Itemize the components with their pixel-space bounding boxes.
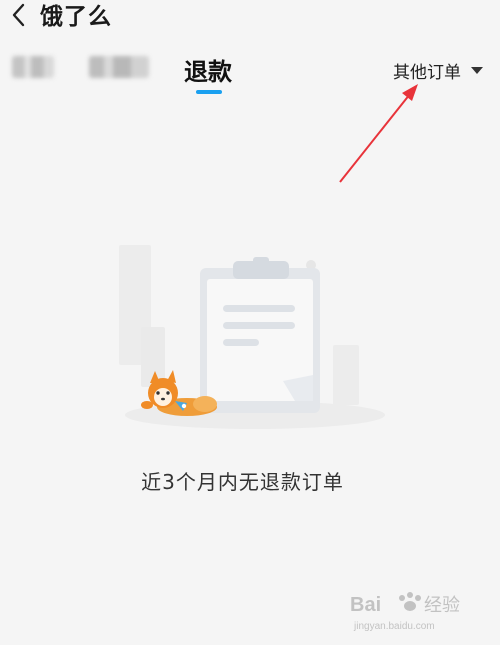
other-orders-label: 其他订单	[393, 62, 461, 83]
chevron-left-icon	[12, 3, 25, 27]
tab-blurred-2[interactable]	[89, 56, 149, 78]
tab-refund[interactable]: 退款	[184, 52, 232, 87]
other-orders-dropdown[interactable]: 其他订单	[393, 58, 483, 83]
empty-state-illustration	[119, 245, 385, 429]
empty-state-message: 近3个月内无退款订单	[141, 470, 344, 494]
order-tabs: 退款 其他订单	[0, 48, 500, 98]
back-button[interactable]	[6, 0, 32, 32]
tab-active-indicator	[196, 90, 222, 94]
svg-text:Bai: Bai	[350, 594, 381, 616]
page-title: 饿了么	[40, 4, 112, 30]
svg-text:jingyan.baidu.com: jingyan.baidu.com	[353, 621, 435, 632]
watermark-logo: Bai 经验 jingyan.baidu.com	[350, 592, 460, 632]
svg-text:经验: 经验	[424, 595, 460, 616]
caret-down-icon	[471, 66, 483, 74]
header: 饿了么	[0, 0, 500, 34]
tab-blurred-1[interactable]	[12, 56, 54, 78]
